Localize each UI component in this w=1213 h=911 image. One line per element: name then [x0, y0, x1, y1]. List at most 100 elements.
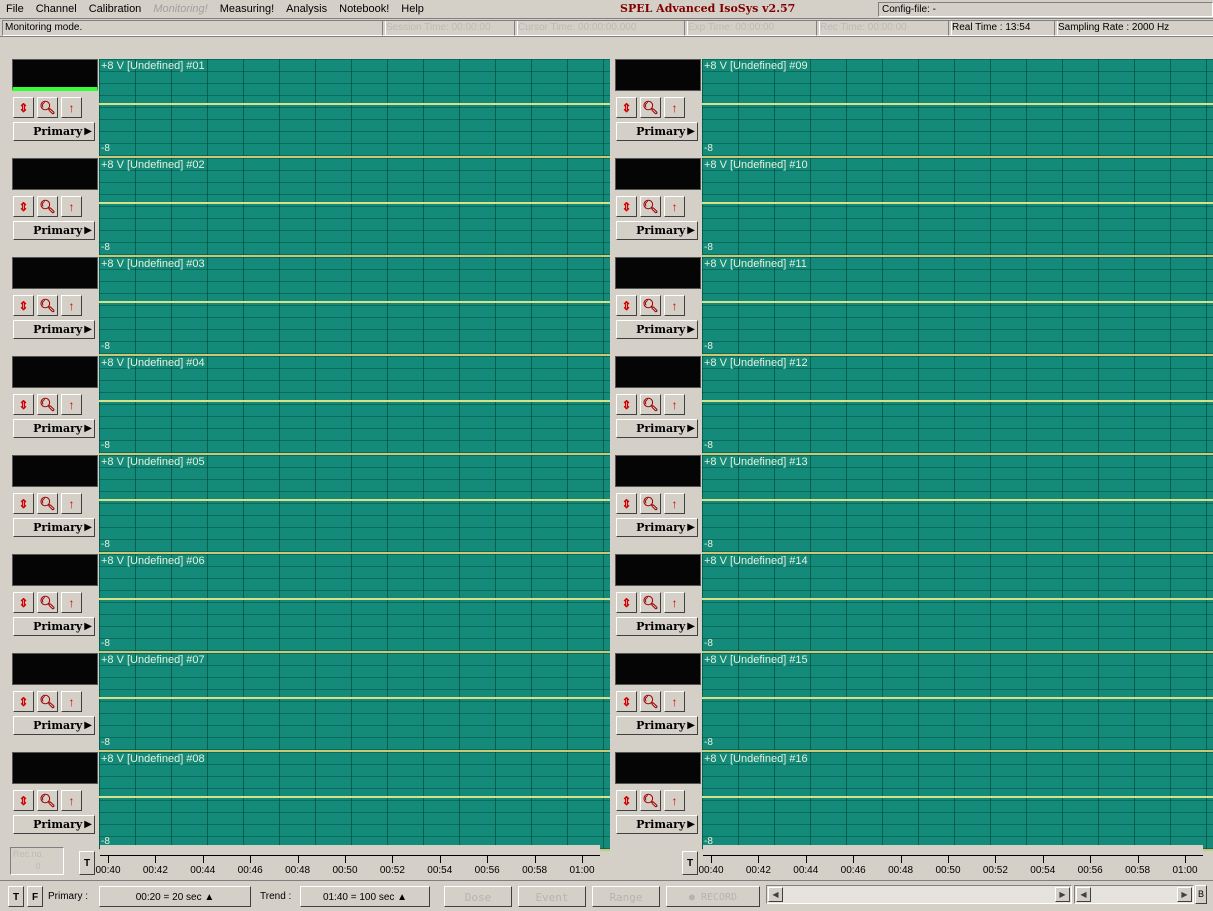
time-scrollbar[interactable]: ◀ ▶	[766, 885, 1072, 904]
primary-button[interactable]: Primary ▶	[616, 617, 698, 636]
up-arrow-icon[interactable]: ↑	[61, 493, 82, 514]
zoom-icon[interactable]: 🔍︎	[37, 394, 58, 415]
dose-button[interactable]: Dose	[444, 886, 512, 907]
up-down-arrow-icon[interactable]: ⇕	[616, 196, 637, 217]
up-arrow-icon[interactable]: ↑	[664, 790, 685, 811]
zoom-icon[interactable]: 🔍︎	[37, 790, 58, 811]
zoom-icon[interactable]: 🔍︎	[640, 691, 661, 712]
scroll-right-icon[interactable]: ▶	[1055, 887, 1070, 902]
trend-scale-dropdown[interactable]: 01:40 = 100 sec ▲	[300, 886, 430, 907]
up-down-arrow-icon[interactable]: ⇕	[13, 790, 34, 811]
zoom-icon[interactable]: 🔍︎	[37, 97, 58, 118]
menu-help[interactable]: Help	[395, 3, 430, 15]
menu-file[interactable]: File	[0, 3, 30, 15]
zoom-icon[interactable]: 🔍︎	[37, 493, 58, 514]
primary-button[interactable]: Primary ▶	[13, 716, 95, 735]
channel-plot[interactable]: +8 V [Undefined] #13 -8	[702, 455, 1213, 554]
record-button[interactable]: ● RECORD	[666, 886, 760, 907]
zoom-icon[interactable]: 🔍︎	[37, 592, 58, 613]
menu-calibration[interactable]: Calibration	[83, 3, 148, 15]
zoom-icon[interactable]: 🔍︎	[640, 592, 661, 613]
channel-plot[interactable]: +8 V [Undefined] #02 -8	[99, 158, 610, 257]
up-down-arrow-icon[interactable]: ⇕	[616, 295, 637, 316]
primary-button[interactable]: Primary ▶	[13, 419, 95, 438]
channel-plot[interactable]: +8 V [Undefined] #05 -8	[99, 455, 610, 554]
left-axis-t-button[interactable]: T	[79, 851, 95, 875]
primary-button[interactable]: Primary ▶	[13, 320, 95, 339]
up-arrow-icon[interactable]: ↑	[61, 592, 82, 613]
up-arrow-icon[interactable]: ↑	[664, 394, 685, 415]
up-down-arrow-icon[interactable]: ⇕	[616, 592, 637, 613]
menu-channel[interactable]: Channel	[30, 3, 83, 15]
primary-scale-dropdown[interactable]: 00:20 = 20 sec ▲	[99, 886, 251, 907]
primary-button[interactable]: Primary ▶	[13, 617, 95, 636]
up-down-arrow-icon[interactable]: ⇕	[616, 97, 637, 118]
up-arrow-icon[interactable]: ↑	[61, 394, 82, 415]
channel-plot[interactable]: +8 V [Undefined] #14 -8	[702, 554, 1213, 653]
primary-button[interactable]: Primary ▶	[616, 419, 698, 438]
channel-plot[interactable]: +8 V [Undefined] #16 -8	[702, 752, 1213, 851]
up-arrow-icon[interactable]: ↑	[61, 691, 82, 712]
trend-scrollbar[interactable]: ◀ ▶	[1074, 885, 1194, 904]
primary-button[interactable]: Primary ▶	[616, 221, 698, 240]
menu-notebook[interactable]: Notebook!	[333, 3, 395, 15]
up-down-arrow-icon[interactable]: ⇕	[13, 196, 34, 217]
channel-plot[interactable]: +8 V [Undefined] #12 -8	[702, 356, 1213, 455]
channel-plot[interactable]: +8 V [Undefined] #11 -8	[702, 257, 1213, 356]
scroll-left-icon[interactable]: ◀	[768, 887, 783, 902]
up-down-arrow-icon[interactable]: ⇕	[13, 691, 34, 712]
up-down-arrow-icon[interactable]: ⇕	[616, 790, 637, 811]
zoom-icon[interactable]: 🔍︎	[640, 493, 661, 514]
up-arrow-icon[interactable]: ↑	[61, 790, 82, 811]
zoom-icon[interactable]: 🔍︎	[640, 394, 661, 415]
up-down-arrow-icon[interactable]: ⇕	[13, 97, 34, 118]
channel-plot[interactable]: +8 V [Undefined] #01 -8	[99, 59, 610, 158]
menu-monitoring[interactable]: Monitoring!	[147, 3, 213, 15]
up-down-arrow-icon[interactable]: ⇕	[13, 295, 34, 316]
t-button[interactable]: T	[8, 886, 24, 907]
menu-measuring[interactable]: Measuring!	[214, 3, 280, 15]
channel-plot[interactable]: +8 V [Undefined] #04 -8	[99, 356, 610, 455]
channel-plot[interactable]: +8 V [Undefined] #15 -8	[702, 653, 1213, 752]
primary-button[interactable]: Primary ▶	[616, 122, 698, 141]
zoom-icon[interactable]: 🔍︎	[37, 196, 58, 217]
trend-scroll-right-icon[interactable]: ▶	[1177, 887, 1192, 902]
primary-button[interactable]: Primary ▶	[13, 518, 95, 537]
primary-button[interactable]: Primary ▶	[13, 221, 95, 240]
b-button[interactable]: B	[1195, 885, 1207, 904]
channel-plot[interactable]: +8 V [Undefined] #08 -8	[99, 752, 610, 851]
zoom-icon[interactable]: 🔍︎	[37, 295, 58, 316]
channel-plot[interactable]: +8 V [Undefined] #09 -8	[702, 59, 1213, 158]
up-down-arrow-icon[interactable]: ⇕	[13, 493, 34, 514]
up-arrow-icon[interactable]: ↑	[664, 97, 685, 118]
primary-button[interactable]: Primary ▶	[13, 815, 95, 834]
zoom-icon[interactable]: 🔍︎	[640, 295, 661, 316]
up-down-arrow-icon[interactable]: ⇕	[616, 691, 637, 712]
primary-button[interactable]: Primary ▶	[13, 122, 95, 141]
up-down-arrow-icon[interactable]: ⇕	[616, 493, 637, 514]
up-down-arrow-icon[interactable]: ⇕	[13, 592, 34, 613]
up-down-arrow-icon[interactable]: ⇕	[616, 394, 637, 415]
channel-plot[interactable]: +8 V [Undefined] #07 -8	[99, 653, 610, 752]
menu-analysis[interactable]: Analysis	[280, 3, 333, 15]
up-arrow-icon[interactable]: ↑	[61, 196, 82, 217]
event-button[interactable]: Event	[518, 886, 586, 907]
up-arrow-icon[interactable]: ↑	[664, 592, 685, 613]
zoom-icon[interactable]: 🔍︎	[640, 196, 661, 217]
up-arrow-icon[interactable]: ↑	[664, 196, 685, 217]
zoom-icon[interactable]: 🔍︎	[37, 691, 58, 712]
up-down-arrow-icon[interactable]: ⇕	[13, 394, 34, 415]
right-axis-t-button[interactable]: T	[682, 851, 698, 875]
primary-button[interactable]: Primary ▶	[616, 716, 698, 735]
up-arrow-icon[interactable]: ↑	[664, 493, 685, 514]
channel-plot[interactable]: +8 V [Undefined] #03 -8	[99, 257, 610, 356]
up-arrow-icon[interactable]: ↑	[664, 691, 685, 712]
channel-plot[interactable]: +8 V [Undefined] #10 -8	[702, 158, 1213, 257]
zoom-icon[interactable]: 🔍︎	[640, 790, 661, 811]
primary-button[interactable]: Primary ▶	[616, 320, 698, 339]
primary-button[interactable]: Primary ▶	[616, 518, 698, 537]
up-arrow-icon[interactable]: ↑	[664, 295, 685, 316]
range-button[interactable]: Range	[592, 886, 660, 907]
channel-plot[interactable]: +8 V [Undefined] #06 -8	[99, 554, 610, 653]
up-arrow-icon[interactable]: ↑	[61, 295, 82, 316]
